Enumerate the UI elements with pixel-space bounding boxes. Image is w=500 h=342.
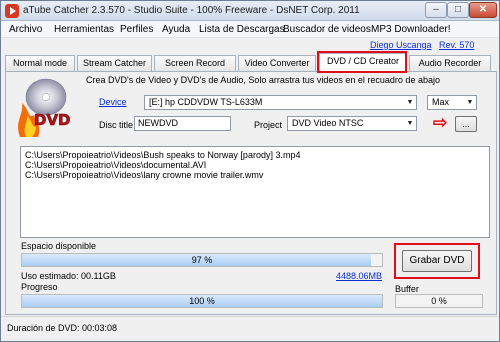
menu-perfiles[interactable]: Perfiles — [120, 24, 153, 35]
progress-percent: 100 % — [189, 296, 215, 306]
dvd-duration: Duración de DVD: 00:03:08 — [7, 323, 118, 333]
tab-audio-recorder[interactable]: Audio Recorder — [409, 55, 491, 71]
chevron-down-icon: ▼ — [463, 96, 476, 109]
space-label: Espacio disponible — [21, 241, 97, 251]
menu-herramientas[interactable]: Herramientas — [54, 24, 114, 35]
speed-select[interactable]: Max ▼ — [427, 95, 477, 110]
svg-text:DVD: DVD — [34, 111, 71, 129]
revision-link[interactable]: Rev. 570 — [439, 40, 474, 50]
device-link[interactable]: Device — [99, 97, 127, 107]
burn-highlight-annotation — [394, 243, 480, 279]
tab-screen-record[interactable]: Screen Record — [154, 55, 236, 71]
disc-title-label: Disc title — [99, 120, 134, 130]
main-progress-bar: 100 % — [21, 294, 383, 308]
capacity-link[interactable]: 4488.06MB — [336, 271, 382, 281]
chevron-down-icon: ▼ — [403, 96, 416, 109]
progress-label: Progreso — [21, 282, 58, 292]
device-value: [E:] hp CDDVDW TS-L633M — [149, 97, 263, 107]
minimize-button[interactable]: – — [425, 2, 447, 18]
file-drop-list[interactable]: C:\Users\Propoieatrio\Videos\Bush speaks… — [20, 146, 490, 238]
tab-highlight-annotation — [317, 51, 407, 73]
list-item[interactable]: C:\Users\Propoieatrio\Videos\lany crowne… — [25, 170, 485, 180]
menu-mp3-downloader[interactable]: MP3 Downloader! — [371, 24, 450, 35]
menu-archivo[interactable]: Archivo — [9, 24, 42, 35]
project-value: DVD Video NTSC — [292, 118, 364, 128]
buffer-label: Buffer — [395, 284, 419, 294]
menu-bar: Archivo Herramientas Perfiles Ayuda List… — [1, 21, 499, 38]
app-window: aTube Catcher 2.3.570 - Studio Suite - 1… — [0, 0, 500, 342]
atube-logo-icon — [5, 4, 19, 18]
author-link[interactable]: Diego Uscanga — [370, 40, 432, 50]
project-label: Project — [254, 120, 283, 130]
project-select[interactable]: DVD Video NTSC ▼ — [287, 116, 417, 131]
title-bar[interactable]: aTube Catcher 2.3.570 - Studio Suite - 1… — [1, 1, 499, 21]
mode-tabs: Normal mode Stream Catcher Screen Record… — [5, 53, 497, 72]
tab-normal-mode[interactable]: Normal mode — [5, 55, 75, 71]
menu-buscador-videos[interactable]: Buscador de videos — [283, 24, 371, 35]
project-more-button[interactable]: ... — [455, 116, 477, 132]
author-line: Diego Uscanga Rev. 570 — [1, 38, 499, 52]
dvd-disc-icon: DVD — [18, 78, 71, 137]
menu-ayuda[interactable]: Ayuda — [162, 24, 190, 35]
dvd-creator-panel: DVD Crea DVD's de Video y DVD's de Audio… — [5, 71, 497, 315]
tab-video-converter[interactable]: Video Converter — [238, 55, 316, 71]
buffer-percent: 0 % — [431, 296, 447, 306]
window-title: aTube Catcher 2.3.570 - Studio Suite - 1… — [23, 5, 360, 16]
maximize-button[interactable]: □ — [447, 2, 469, 18]
speed-value: Max — [432, 97, 450, 107]
list-item[interactable]: C:\Users\Propoieatrio\Videos\Bush speaks… — [25, 150, 485, 160]
list-item[interactable]: C:\Users\Propoieatrio\Videos\documental.… — [25, 160, 485, 170]
chevron-down-icon: ▼ — [403, 117, 416, 130]
buffer-progress-bar: 0 % — [395, 294, 483, 308]
arrow-annotation-icon: ⇨ — [433, 113, 448, 132]
tab-stream-catcher[interactable]: Stream Catcher — [77, 55, 152, 71]
space-percent: 97 % — [191, 255, 213, 265]
device-select[interactable]: [E:] hp CDDVDW TS-L633M ▼ — [144, 95, 417, 110]
disc-title-input[interactable]: NEWDVD — [134, 116, 231, 131]
panel-description: Crea DVD's de Video y DVD's de Audio, So… — [86, 75, 440, 85]
used-estimate: Uso estimado: 00.11GB — [21, 271, 116, 281]
status-bar: Duración de DVD: 00:03:08 — [1, 316, 499, 341]
close-button[interactable]: ✕ — [469, 2, 497, 18]
menu-lista-descargas[interactable]: Lista de Descargas — [199, 24, 285, 35]
space-progress-bar: 97 % — [21, 253, 383, 267]
